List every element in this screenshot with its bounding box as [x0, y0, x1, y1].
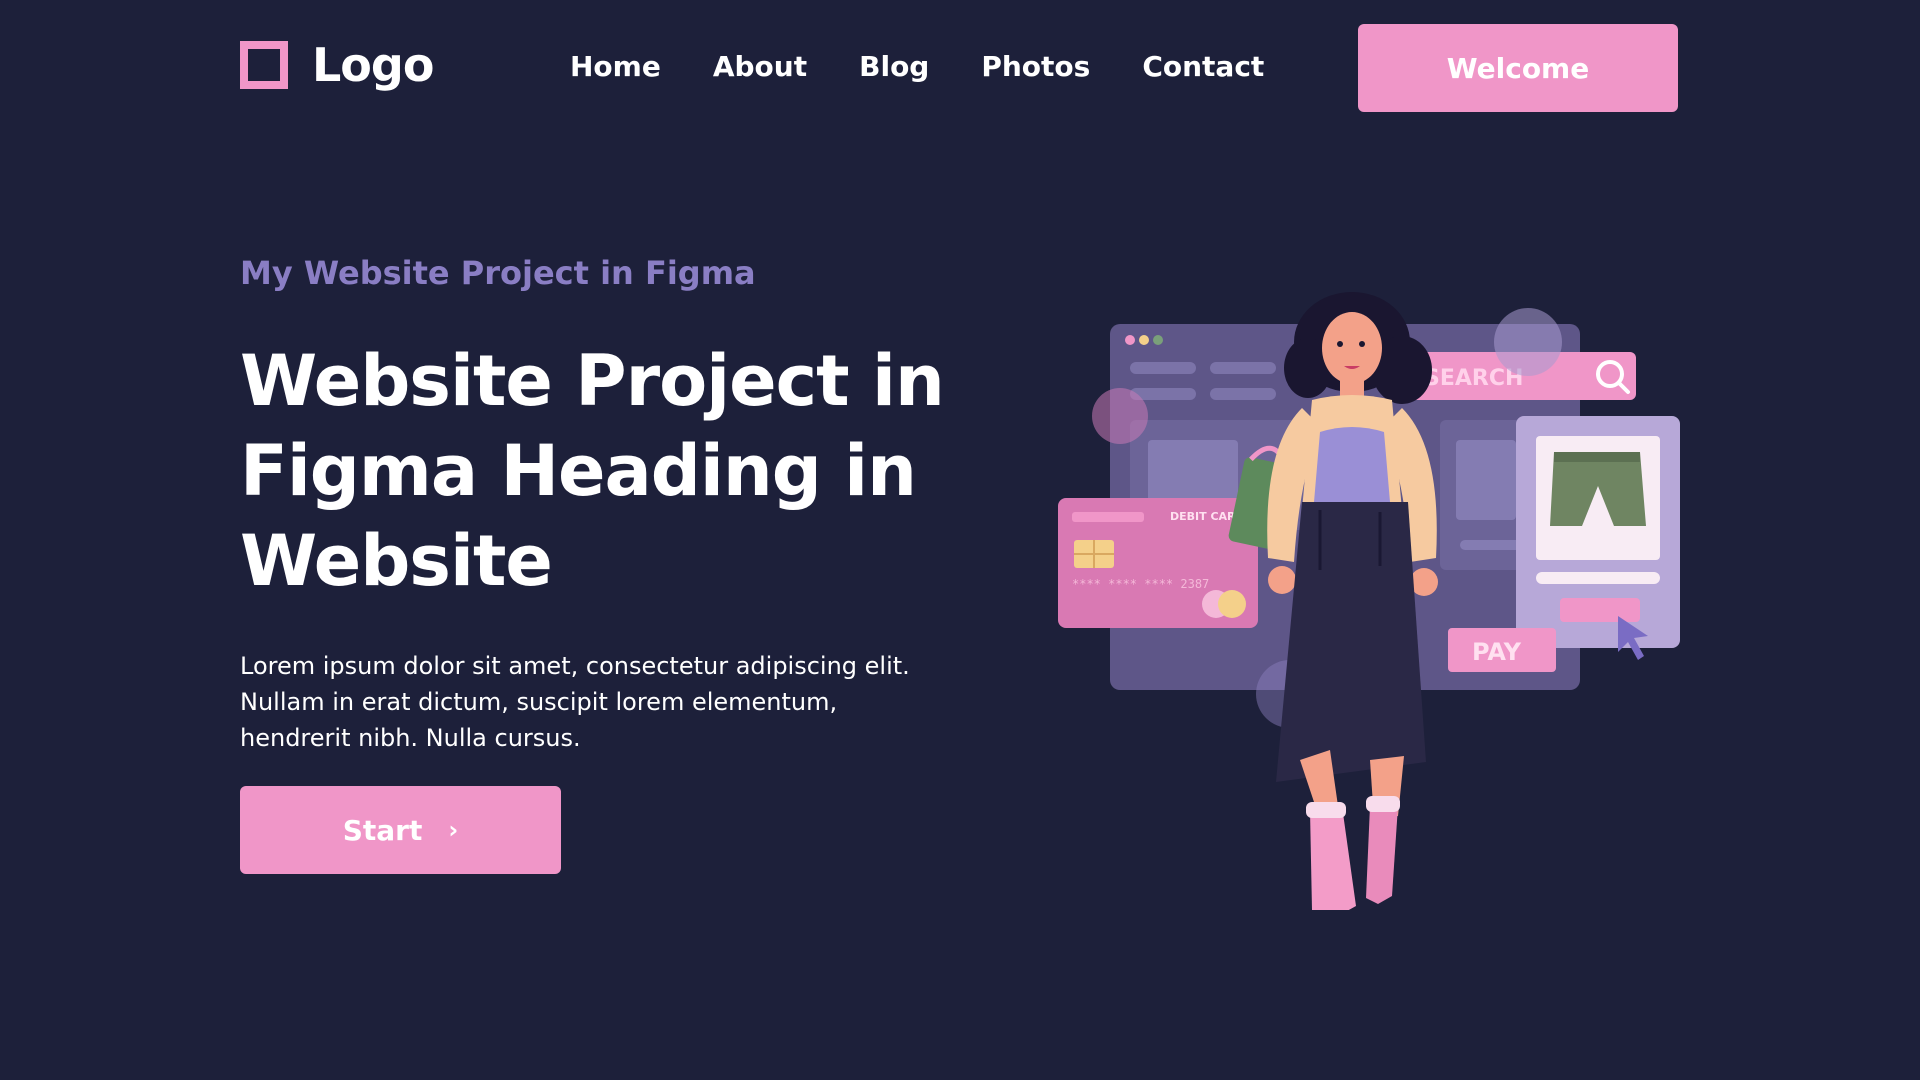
- nav-home[interactable]: Home: [570, 50, 661, 83]
- debit-card-graphic: DEBIT CARD **** **** **** 2387: [1058, 498, 1258, 628]
- pay-button-graphic: PAY: [1448, 628, 1556, 672]
- nav-blog[interactable]: Blog: [859, 50, 929, 83]
- nav-about[interactable]: About: [713, 50, 807, 83]
- logo-text: Logo: [312, 38, 434, 92]
- chevron-right-icon: ›: [448, 816, 459, 844]
- product-card-graphic: [1516, 416, 1680, 660]
- main-nav: Home About Blog Photos Contact: [570, 50, 1264, 83]
- landing-page: Logo Home About Blog Photos Contact Welc…: [0, 0, 1920, 1080]
- card-number: **** **** **** 2387: [1072, 577, 1209, 591]
- hero-eyebrow: My Website Project in Figma: [240, 254, 756, 292]
- pay-label: PAY: [1472, 638, 1522, 666]
- nav-photos[interactable]: Photos: [981, 50, 1090, 83]
- start-button[interactable]: Start ›: [240, 786, 561, 874]
- start-button-label: Start: [342, 813, 423, 847]
- hero-illustration: SEARCH DEBIT CARD **** **** **** 2387 PA…: [1040, 290, 1700, 910]
- hero-title: Website Project in Figma Heading in Webs…: [240, 340, 945, 602]
- nav-contact[interactable]: Contact: [1142, 50, 1264, 83]
- logo-square-icon: [240, 41, 288, 89]
- hero-description: Lorem ipsum dolor sit amet, consectetur …: [240, 652, 910, 752]
- logo[interactable]: Logo: [240, 38, 434, 92]
- welcome-button[interactable]: Welcome: [1358, 24, 1678, 112]
